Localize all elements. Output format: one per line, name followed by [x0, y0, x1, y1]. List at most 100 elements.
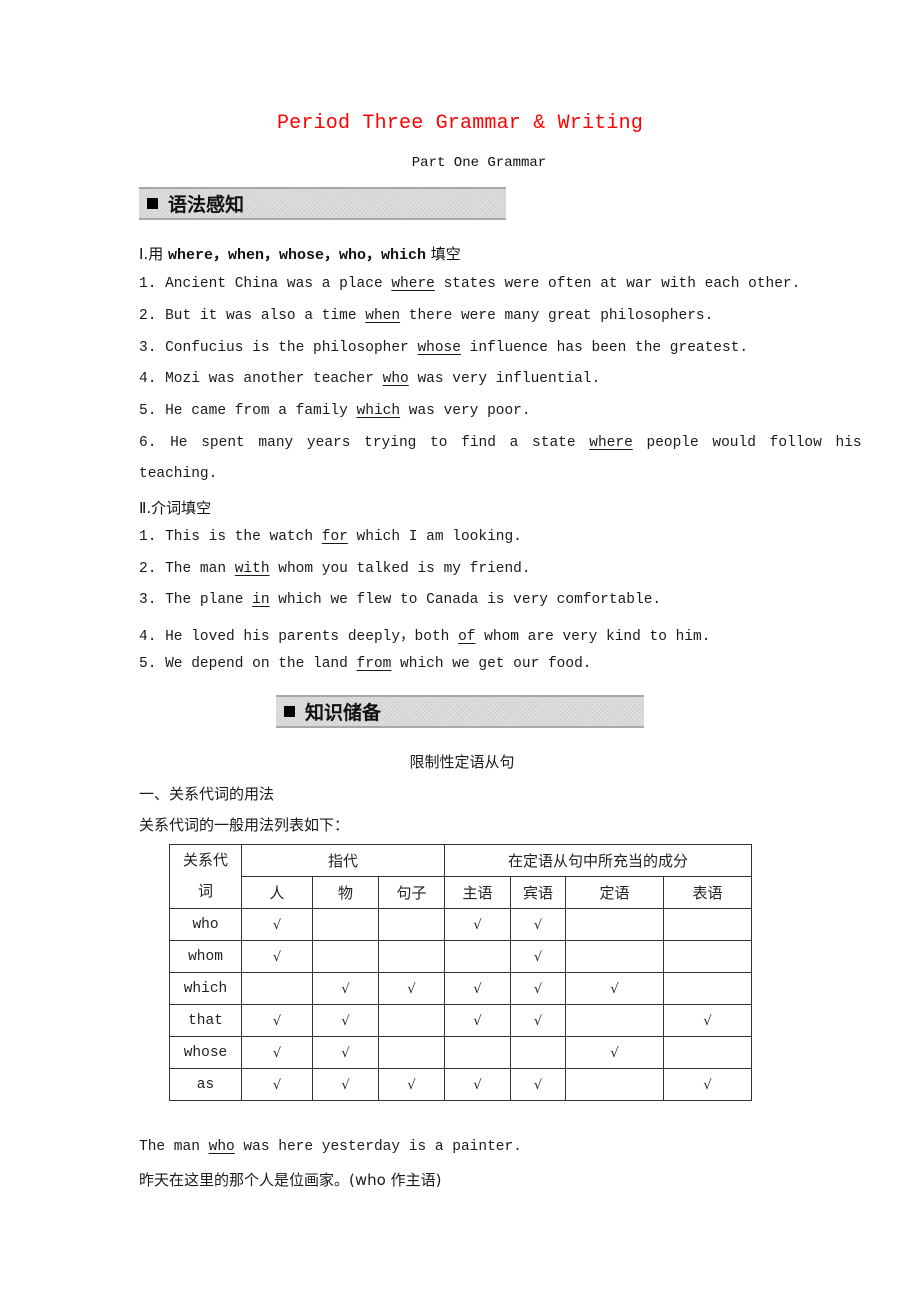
item-number: 3. [139, 340, 157, 356]
item-text: was very poor. [400, 403, 531, 419]
check-mark-icon: √ [610, 981, 619, 997]
check-cell: √ [312, 1068, 379, 1101]
check-mark-icon: √ [533, 949, 543, 965]
answer: from [356, 656, 392, 672]
check-mark-icon: √ [703, 1077, 712, 1093]
answer: for [321, 529, 348, 545]
item-number: 2. [139, 308, 157, 324]
item-text: influence has been the greatest. [460, 340, 749, 356]
check-cell: √ [663, 1004, 752, 1037]
item-text: there were many great philosophers. [400, 308, 714, 324]
item-text: This is the watch [165, 529, 322, 545]
item-text: people would follow his [632, 435, 862, 451]
exercise-item: 5. We depend on the land from which we g… [139, 656, 592, 672]
empty-cell [510, 1036, 566, 1069]
item-text: Confucius is the philosopher [165, 340, 418, 356]
exercise-item: 3. The plane in which we flew to Canada … [139, 592, 661, 608]
empty-cell [444, 1036, 511, 1069]
group-header-refers-to: 指代 [241, 844, 445, 877]
part-one-heading: Ⅰ.用 where，when，whose，who，which 填空 [139, 243, 461, 264]
item-text: We depend on the land [165, 656, 357, 672]
pronoun-cell: who [169, 908, 242, 941]
empty-cell [565, 1004, 664, 1037]
exercise-item: 1. This is the watch for which I am look… [139, 529, 522, 545]
table-row: that √ √ √ √ √ [169, 1004, 752, 1037]
item-text: whom are very kind to him. [475, 629, 711, 645]
check-cell: √ [312, 1004, 379, 1037]
pronoun-cell: which [169, 972, 242, 1005]
item-text: whom you talked is my friend. [269, 561, 531, 577]
part-two-heading: Ⅱ.介词填空 [139, 499, 212, 517]
black-square-icon [284, 706, 295, 717]
check-cell: √ [378, 1068, 445, 1101]
group-header-function: 在定语从句中所充当的成分 [444, 844, 752, 877]
check-cell: √ [241, 908, 313, 941]
check-mark-icon: √ [533, 1013, 543, 1029]
example-text: was here yesterday is a painter. [234, 1139, 522, 1155]
exercise-item: 4. He loved his parents deeply，both of w… [139, 624, 710, 645]
answer: with [234, 561, 270, 577]
check-cell: √ [312, 972, 379, 1005]
empty-cell [663, 1036, 752, 1069]
item-text: which we flew to Canada is very comforta… [269, 592, 662, 608]
answer: where [589, 435, 633, 451]
check-mark-icon: √ [272, 949, 282, 965]
heading-suffix: 填空 [426, 245, 461, 263]
item-text: was very influential. [408, 371, 601, 387]
section-banner-knowledge: 知识储备 [276, 695, 644, 728]
check-cell: √ [510, 1004, 566, 1037]
section-banner-grammar-perception: 语法感知 [139, 187, 506, 220]
check-mark-icon: √ [533, 917, 543, 933]
example-text: The man [139, 1139, 209, 1155]
check-cell: √ [510, 908, 566, 941]
item-number: 5. [139, 656, 157, 672]
check-mark-icon: √ [272, 1045, 282, 1061]
check-mark-icon: √ [341, 1077, 350, 1093]
exercise-item: 1. Ancient China was a place where state… [139, 276, 800, 292]
check-cell: √ [241, 1068, 313, 1101]
item-number: 4. [139, 629, 157, 645]
table-row: who √ √ √ [169, 908, 752, 941]
check-mark-icon: √ [341, 981, 350, 997]
column-header: 宾语 [510, 876, 566, 909]
item-text: He came from a family [165, 403, 357, 419]
empty-cell [378, 908, 445, 941]
check-mark-icon: √ [272, 917, 282, 933]
empty-cell [663, 908, 752, 941]
empty-cell [378, 940, 445, 973]
check-cell: √ [444, 1004, 511, 1037]
item-number: 5. [139, 403, 157, 419]
heading-words: where，when，whose，who，which [167, 247, 427, 264]
item-text: He spent many years trying to find a sta… [170, 435, 590, 451]
empty-cell [312, 908, 379, 941]
exercise-item: 4. Mozi was another teacher who was very… [139, 371, 600, 387]
check-mark-icon: √ [473, 1013, 482, 1029]
item-number: 1. [139, 529, 157, 545]
check-cell: √ [565, 972, 664, 1005]
heading-prefix: Ⅰ.用 [139, 245, 168, 263]
document-subtitle: Part One Grammar [411, 155, 547, 171]
item-text: which I am looking. [347, 529, 522, 545]
answer: where [391, 276, 435, 292]
check-mark-icon: √ [610, 1045, 619, 1061]
empty-cell [663, 972, 752, 1005]
check-cell: √ [444, 908, 511, 941]
answer: when [365, 308, 401, 324]
pronoun-cell: as [169, 1068, 242, 1101]
item-number: 6. [139, 435, 157, 451]
check-mark-icon: √ [473, 1077, 482, 1093]
item-text: He loved his parents deeply，both [165, 629, 459, 645]
empty-cell [565, 908, 664, 941]
item-text: The man [165, 561, 235, 577]
check-cell: √ [241, 1004, 313, 1037]
check-cell: √ [444, 972, 511, 1005]
column-header: 定语 [565, 876, 664, 909]
column-header: 句子 [378, 876, 445, 909]
check-mark-icon: √ [407, 1077, 416, 1093]
check-cell: √ [444, 1068, 511, 1101]
black-square-icon [147, 198, 158, 209]
check-mark-icon: √ [703, 1013, 712, 1029]
empty-cell [663, 940, 752, 973]
table-row: as √ √ √ √ √ √ [169, 1068, 752, 1101]
item-number: 3. [139, 592, 157, 608]
